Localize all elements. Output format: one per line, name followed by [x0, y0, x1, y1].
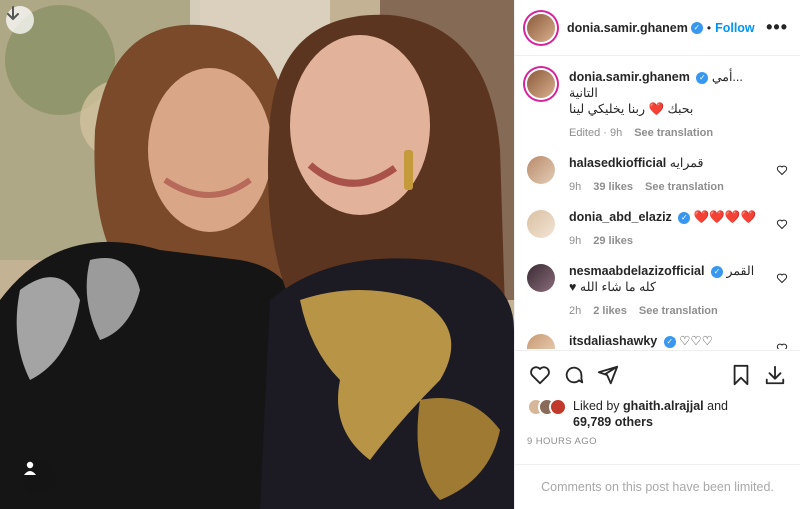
comment-item: halasedkiofficial قمرايه 9h 39 likes See… — [527, 155, 788, 195]
comment-username[interactable]: nesmaabdelazizofficial — [569, 264, 704, 278]
comment-username[interactable]: itsdaliashawky — [569, 334, 657, 348]
comment-item: itsdaliashawky ✓ ♡♡♡ — [527, 333, 788, 349]
like-icon — [530, 365, 550, 384]
avatar[interactable] — [527, 334, 555, 349]
verified-badge-icon: ✓ — [690, 21, 703, 34]
avatar — [549, 398, 567, 416]
comment-username[interactable]: donia_abd_elaziz — [569, 210, 672, 224]
verified-badge-icon: ✓ — [710, 265, 723, 278]
likes-summary[interactable]: Liked by ghaith.alrajjal and 69,789 othe… — [527, 398, 788, 430]
post-header: donia.samir.ghanem ✓ • Follow ••• — [515, 0, 800, 56]
avatar[interactable] — [527, 13, 555, 42]
comment-text: ♡♡♡ — [679, 334, 713, 348]
caption-line-2: بحبك ❤️ ربنا يخليكي لينا — [569, 102, 694, 116]
download-post-button[interactable] — [758, 358, 792, 392]
avatar[interactable] — [527, 210, 555, 238]
like-comment-icon[interactable] — [776, 218, 788, 230]
download-button[interactable] — [6, 6, 34, 34]
liker-avatars — [527, 398, 567, 416]
caption-edited: Edited · 9h — [569, 127, 623, 139]
see-translation-link[interactable]: See translation — [639, 303, 718, 319]
more-options-icon[interactable]: ••• — [766, 17, 788, 38]
comment-text: قمرايه — [669, 156, 704, 170]
comment-icon — [565, 366, 584, 383]
photo-illustration — [0, 0, 514, 509]
follow-button[interactable]: Follow — [715, 21, 755, 35]
post-actions — [515, 350, 800, 398]
caption-author[interactable]: donia.samir.ghanem — [569, 70, 690, 84]
comment-time[interactable]: 2h — [569, 303, 581, 319]
like-comment-icon[interactable] — [776, 164, 788, 176]
comments-list[interactable]: donia.samir.ghanem ✓ ...أمي التانية بحبك… — [515, 57, 800, 349]
see-translation-link[interactable]: See translation — [634, 125, 713, 141]
liked-by-and: and — [707, 399, 728, 413]
comment-likes[interactable]: 29 likes — [593, 233, 633, 249]
author-username[interactable]: donia.samir.ghanem — [567, 21, 688, 35]
share-icon — [597, 365, 619, 384]
liked-by-user[interactable]: ghaith.alrajjal — [623, 399, 704, 413]
like-button[interactable] — [523, 358, 557, 392]
liked-by-prefix: Liked by — [573, 399, 620, 413]
share-button[interactable] — [591, 358, 625, 392]
tag-person-icon — [24, 461, 36, 475]
comments-limited-notice: Comments on this post have been limited. — [515, 464, 800, 509]
save-button[interactable] — [724, 358, 758, 392]
comment-likes[interactable]: 39 likes — [593, 179, 633, 195]
save-icon — [733, 364, 749, 385]
comment-time[interactable]: 9h — [569, 179, 581, 195]
comment-button[interactable] — [557, 358, 591, 392]
caption: donia.samir.ghanem ✓ ...أمي التانية بحبك… — [527, 69, 788, 141]
post-sidebar: donia.samir.ghanem ✓ • Follow ••• donia.… — [514, 0, 800, 509]
avatar[interactable] — [527, 156, 555, 184]
post-photo[interactable] — [0, 0, 514, 509]
comment-item: nesmaabdelazizofficial ✓ القمر كله ما شا… — [527, 263, 788, 319]
tagged-people-button[interactable] — [22, 460, 56, 494]
post-timestamp[interactable]: 9 HOURS AGO — [527, 436, 597, 447]
like-comment-icon[interactable] — [776, 272, 788, 284]
download-post-icon — [765, 365, 785, 384]
verified-badge-icon: ✓ — [678, 211, 691, 224]
separator-dot: • — [706, 20, 712, 35]
download-icon — [7, 6, 19, 21]
like-comment-icon[interactable] — [776, 342, 788, 349]
avatar[interactable] — [527, 264, 555, 292]
comment-likes[interactable]: 2 likes — [593, 303, 627, 319]
see-translation-link[interactable]: See translation — [645, 179, 724, 195]
comment-item: donia_abd_elaziz ✓ ❤️❤️❤️❤️ 9h 29 likes — [527, 209, 788, 249]
avatar[interactable] — [527, 70, 555, 98]
liked-by-others[interactable]: 69,789 others — [573, 415, 653, 429]
comment-username[interactable]: halasedkiofficial — [569, 156, 666, 170]
verified-badge-icon: ✓ — [696, 71, 709, 84]
comment-time[interactable]: 9h — [569, 233, 581, 249]
comment-text: ❤️❤️❤️❤️ — [693, 210, 757, 224]
verified-badge-icon: ✓ — [663, 335, 676, 348]
